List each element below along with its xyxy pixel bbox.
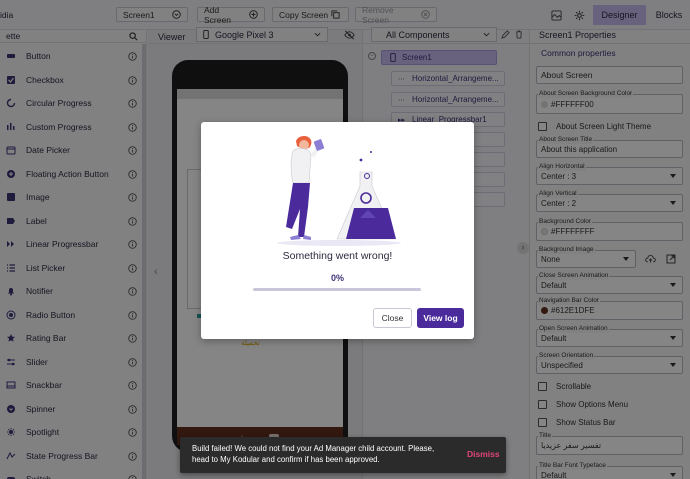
modal-backdrop-left [0, 30, 148, 479]
error-message: Something went wrong! [282, 250, 393, 262]
snackbar: Build failed! We could not find your Ad … [180, 437, 506, 473]
close-button[interactable]: Close [373, 308, 412, 328]
close-button-label: Close [381, 313, 404, 323]
error-illustration [277, 135, 401, 246]
error-dialog: Something went wrong! 0% Close View log [201, 122, 474, 339]
progress-percent: 0% [330, 273, 344, 283]
modal-backdrop-top [0, 0, 690, 30]
build-progress-bar [253, 288, 421, 291]
dismiss-button[interactable]: Dismiss [467, 449, 500, 459]
snackbar-message: Build failed! We could not find your Ad … [192, 444, 435, 464]
view-log-button-label: View log [423, 313, 458, 323]
view-log-button[interactable]: View log [417, 308, 464, 328]
